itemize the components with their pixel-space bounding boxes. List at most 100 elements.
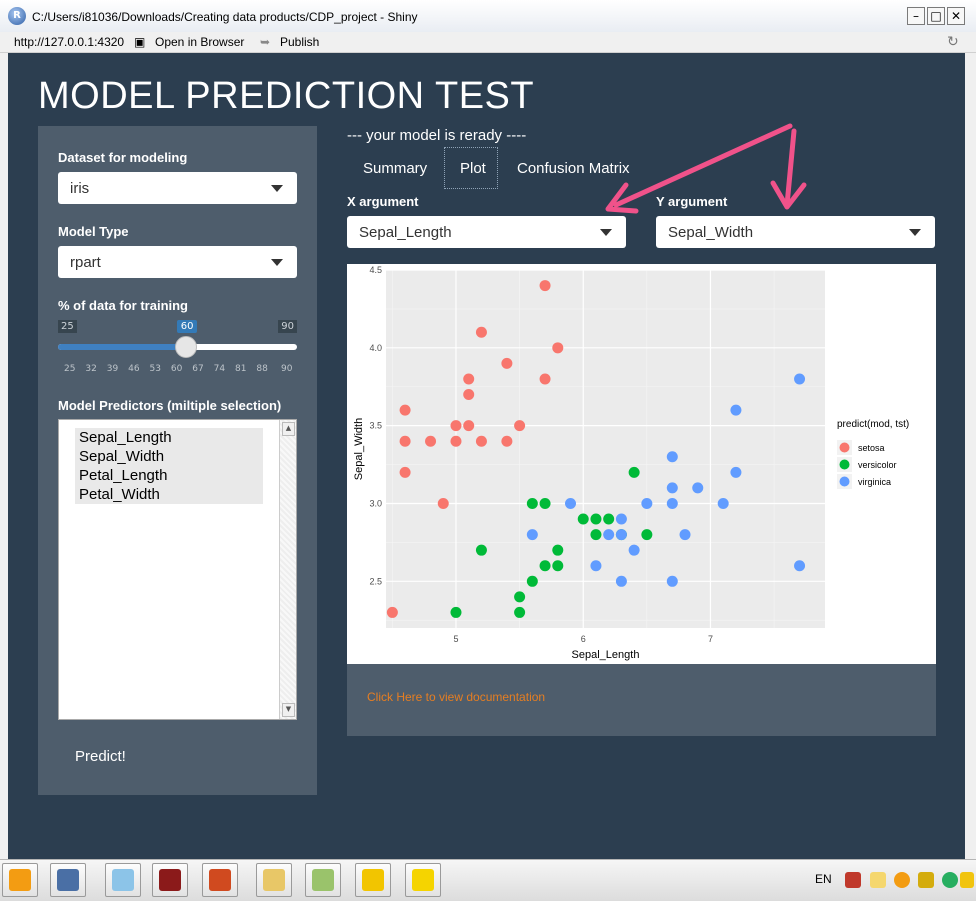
slider-handle[interactable] [174, 336, 197, 358]
data-point-versicolor [590, 529, 602, 541]
data-point-setosa [501, 435, 513, 447]
scroll-down-icon[interactable]: ▼ [282, 703, 295, 717]
taskbar-acrobat-button[interactable] [152, 863, 188, 897]
taskbar: EN [0, 859, 976, 901]
data-point-setosa [450, 435, 462, 447]
data-point-setosa [475, 326, 487, 338]
chevron-down-icon [271, 185, 283, 192]
remote-desktop-icon [57, 869, 79, 891]
data-point-versicolor [552, 560, 564, 572]
publish-button[interactable]: Publish [280, 35, 319, 49]
tray-app-icon[interactable] [960, 872, 974, 888]
data-point-versicolor [590, 513, 602, 525]
documentation-panel: Click Here to view documentation [347, 664, 936, 736]
predictor-options: Sepal_Length Sepal_Width Petal_Length Pe… [75, 428, 263, 504]
taskbar-filemanager-button[interactable] [256, 863, 292, 897]
arrow-to-x-icon [613, 123, 793, 208]
open-in-browser-button[interactable]: Open in Browser [155, 35, 244, 49]
taskbar-lock-button[interactable] [355, 863, 391, 897]
data-point-virginica [730, 404, 742, 416]
r-app-icon: R [8, 7, 26, 25]
data-point-versicolor [577, 513, 589, 525]
listbox-scrollbar[interactable]: ▲ ▼ [279, 420, 296, 719]
documentation-link[interactable]: Click Here to view documentation [367, 690, 545, 704]
data-point-virginica [666, 451, 678, 463]
scatter-plot: 5 6 7 2.5 3.0 3.5 4.0 4.5 Sepal_Length Sepal_Widt… [353, 265, 909, 661]
data-point-setosa [425, 435, 437, 447]
notepad-chart-icon [312, 869, 334, 891]
list-item[interactable]: Petal_Width [75, 485, 263, 504]
data-point-setosa [463, 420, 475, 432]
list-item[interactable]: Petal_Length [75, 466, 263, 485]
data-point-setosa [450, 420, 462, 432]
slider-tick-label: 88 [256, 364, 268, 374]
tab-summary[interactable]: Summary [363, 160, 427, 177]
x-argument-label: X argument [347, 194, 419, 209]
training-slider[interactable]: 25 90 60 25 32 39 46 53 60 67 74 81 88 90 [58, 320, 297, 380]
data-point-versicolor [475, 544, 487, 556]
data-point-virginica [641, 497, 653, 509]
x-tick-label: 7 [708, 634, 713, 644]
model-type-label: Model Type [58, 224, 129, 239]
scroll-up-icon[interactable]: ▲ [282, 422, 295, 436]
data-point-virginica [565, 497, 577, 509]
data-point-versicolor [603, 513, 615, 525]
slider-fill [58, 344, 186, 350]
legend-label: virginica [858, 477, 891, 487]
shiny-app: MODEL PREDICTION TEST Dataset for modeli… [8, 53, 965, 859]
y-tick-label: 2.5 [369, 576, 382, 586]
slider-tick-label: 39 [106, 364, 119, 374]
model-status: --- your model is rerady ---- [347, 127, 527, 144]
slider-tick-label: 81 [234, 364, 247, 374]
data-point-virginica [615, 529, 627, 541]
close-button[interactable]: ✕ [947, 7, 965, 25]
outlook-icon [9, 869, 31, 891]
refresh-icon[interactable]: ↻ [947, 33, 959, 50]
taskbar-powerpoint-button[interactable] [202, 863, 238, 897]
model-type-value: rpart [70, 254, 101, 271]
data-point-virginica [730, 466, 742, 478]
data-point-versicolor [526, 497, 538, 509]
data-point-setosa [463, 373, 475, 385]
page-title: MODEL PREDICTION TEST [38, 75, 535, 117]
list-item[interactable]: Sepal_Length [75, 428, 263, 447]
legend-label: versicolor [858, 460, 897, 470]
data-point-virginica [666, 482, 678, 494]
taskbar-pdf-button[interactable] [405, 863, 441, 897]
list-item[interactable]: Sepal_Width [75, 447, 263, 466]
y-tick-label: 4.5 [369, 265, 382, 275]
data-point-versicolor [539, 560, 551, 572]
data-point-virginica [628, 544, 640, 556]
predict-button[interactable]: Predict! [75, 748, 126, 765]
data-point-versicolor [514, 591, 526, 603]
data-point-virginica [603, 529, 615, 541]
taskbar-rdp-button[interactable] [50, 863, 86, 897]
language-indicator[interactable]: EN [815, 872, 832, 886]
usb-icon[interactable] [918, 872, 934, 888]
minimize-button[interactable]: – [907, 7, 925, 25]
sync-icon[interactable] [942, 872, 958, 888]
plot-background [386, 270, 825, 628]
maximize-button[interactable]: □ [927, 7, 945, 25]
dataset-select[interactable]: iris [58, 172, 297, 204]
legend-marker-virginica [839, 476, 850, 487]
update-icon[interactable] [894, 872, 910, 888]
address-text: http://127.0.0.1:4320 [14, 35, 125, 49]
file-cabinet-icon [263, 869, 285, 891]
model-type-select[interactable]: rpart [58, 246, 297, 278]
data-point-virginica [526, 529, 538, 541]
training-pct-label: % of data for training [58, 298, 188, 313]
tab-plot[interactable]: Plot [444, 147, 498, 189]
data-point-setosa [399, 404, 411, 416]
predictors-listbox[interactable]: Sepal_Length Sepal_Width Petal_Length Pe… [58, 419, 297, 720]
data-point-virginica [615, 513, 627, 525]
mcafee-icon[interactable] [845, 872, 861, 888]
slider-tick-label: 25 [64, 364, 76, 374]
mail-icon[interactable] [870, 872, 886, 888]
taskbar-outlook-button[interactable] [2, 863, 38, 897]
slider-max: 90 [278, 320, 297, 333]
taskbar-rstudio-button[interactable] [305, 863, 341, 897]
taskbar-explorer-button[interactable] [105, 863, 141, 897]
data-point-versicolor [539, 497, 551, 509]
x-tick-label: 5 [453, 634, 458, 644]
